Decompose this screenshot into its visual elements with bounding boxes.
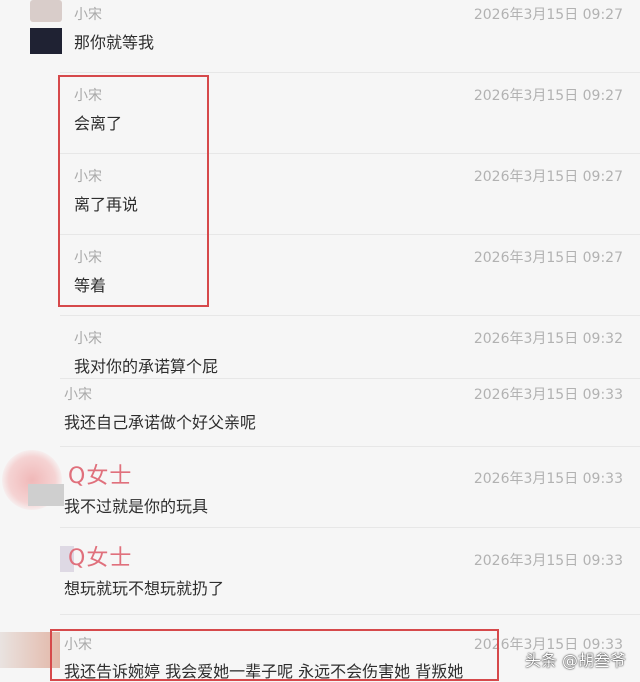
highlight-box [50, 629, 499, 681]
message-timestamp: 2026年3月15日 09:33 [473, 387, 623, 403]
divider [60, 315, 640, 316]
message-text: 那你就等我 [74, 33, 155, 52]
message-text: 想玩就玩不想玩就扔了 [64, 579, 225, 598]
message-timestamp: 2026年3月15日 09:27 [473, 88, 623, 104]
message-text: 我还自己承诺做个好父亲呢 [64, 413, 257, 432]
divider [60, 378, 640, 379]
message-timestamp: 2026年3月15日 09:27 [473, 250, 623, 266]
avatar [28, 484, 64, 506]
divider [60, 72, 640, 73]
sender-name: Q女士 [68, 546, 133, 571]
watermark: 头条 @胡叁爷 [524, 651, 626, 670]
message-timestamp: 2026年3月15日 09:33 [473, 471, 623, 487]
message-timestamp: 2026年3月15日 09:27 [473, 7, 623, 23]
divider [60, 527, 640, 528]
message-text: 我对你的承诺算个屁 [74, 357, 219, 376]
sender-name: 小宋 [74, 7, 102, 23]
sender-name: 小宋 [74, 331, 102, 347]
avatar [30, 0, 62, 22]
message-timestamp: 2026年3月15日 09:33 [473, 553, 623, 569]
message-timestamp: 2026年3月15日 09:32 [473, 331, 623, 347]
message-timestamp: 2026年3月15日 09:27 [473, 169, 623, 185]
highlight-box [58, 75, 209, 307]
sender-name: Q女士 [68, 464, 133, 489]
divider [60, 614, 640, 615]
divider [60, 446, 640, 447]
message-text: 我不过就是你的玩具 [64, 497, 209, 516]
avatar [30, 28, 62, 54]
sender-name: 小宋 [64, 387, 92, 403]
